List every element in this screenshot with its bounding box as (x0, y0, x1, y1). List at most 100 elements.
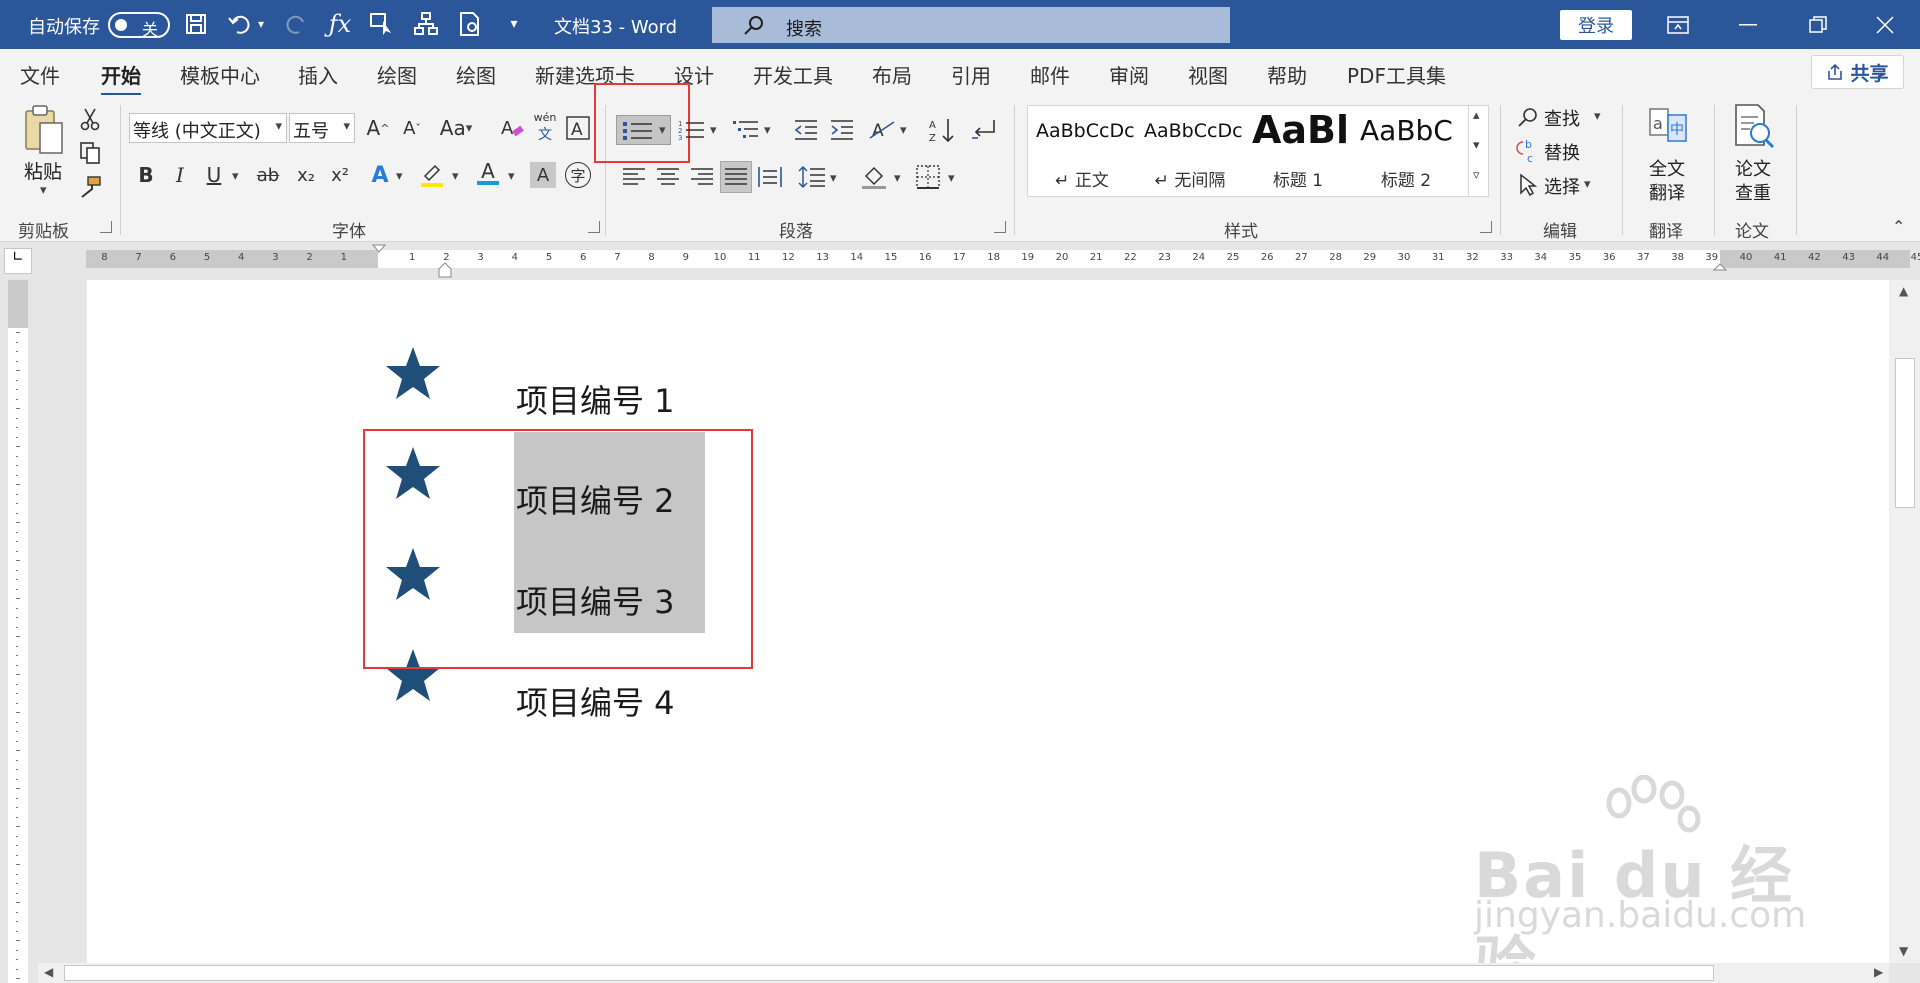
style-no-spacing[interactable]: AaBbCcDc ↵ 无间隔 (1136, 106, 1244, 196)
style-normal[interactable]: AaBbCcDc ↵ 正文 (1028, 106, 1136, 196)
subscript-button[interactable]: x₂ (290, 159, 322, 191)
paste-icon[interactable] (20, 103, 68, 161)
scroll-left-icon[interactable]: ◀ (44, 965, 53, 979)
show-marks-icon[interactable] (968, 114, 1000, 146)
org-chart-icon[interactable] (410, 8, 442, 40)
font-color-dropdown-icon[interactable]: ▾ (508, 169, 515, 184)
tab-layout[interactable]: 布局 (872, 60, 912, 89)
line-spacing-dropdown-icon[interactable]: ▾ (830, 171, 837, 186)
select-label[interactable]: 选择 (1544, 173, 1580, 199)
phonetic-guide-button[interactable]: wén 文 (530, 111, 560, 144)
clear-format-icon[interactable]: A (496, 112, 528, 144)
select-dropdown-icon[interactable]: ▾ (1584, 177, 1591, 192)
styles-launcher-icon[interactable] (1480, 221, 1492, 233)
gallery-more-icon[interactable]: ▿ (1473, 168, 1480, 183)
list-item-text-1[interactable]: 项目编号 1 (516, 376, 675, 422)
chevron-up-icon[interactable]: ▴ (1473, 108, 1480, 123)
tab-insert[interactable]: 插入 (298, 60, 338, 89)
multilevel-list-icon[interactable] (730, 114, 762, 146)
right-indent-icon[interactable] (1713, 262, 1727, 278)
clipboard-launcher-icon[interactable] (100, 221, 112, 233)
superscript-button[interactable]: x² (324, 159, 356, 191)
replace-icon[interactable]: bc (1512, 135, 1544, 167)
vertical-ruler[interactable] (8, 280, 28, 983)
sort-icon[interactable]: AZ (926, 114, 958, 146)
find-dropdown-icon[interactable]: ▾ (1594, 109, 1601, 124)
horizontal-scrollbar[interactable]: ◀ ▶ (38, 963, 1889, 983)
function-icon[interactable]: ƒx (324, 8, 356, 40)
translate-icon[interactable]: a中 (1646, 105, 1690, 149)
tab-help[interactable]: 帮助 (1267, 60, 1307, 89)
font-size-combo[interactable]: 五号 ▾ (289, 113, 355, 143)
cut-icon[interactable] (74, 103, 106, 135)
text-direction-icon[interactable]: A (866, 114, 898, 146)
tab-selector-icon[interactable]: ∟ (4, 248, 32, 274)
tab-mailings[interactable]: 邮件 (1030, 60, 1070, 89)
paste-dropdown-icon[interactable]: ▾ (40, 183, 47, 198)
font-color-button[interactable]: A (472, 157, 504, 189)
scroll-up-icon[interactable]: ▲ (1899, 284, 1908, 298)
close-icon[interactable] (1850, 0, 1920, 49)
highlight-dropdown-icon[interactable]: ▾ (452, 169, 459, 184)
tab-home[interactable]: 开始 (101, 60, 141, 97)
bold-button[interactable]: B (130, 159, 162, 191)
line-spacing-icon[interactable] (796, 161, 828, 193)
char-shading-button[interactable]: A (530, 162, 556, 188)
vertical-scrollbar[interactable]: ▲ ▼ (1889, 280, 1920, 963)
style-heading-2[interactable]: AaBbC 标题 2 (1352, 106, 1460, 196)
save-icon[interactable] (180, 8, 212, 40)
multilevel-dropdown-icon[interactable]: ▾ (764, 123, 771, 138)
ribbon-display-icon[interactable] (1643, 0, 1713, 49)
numbering-icon[interactable]: 123 (676, 114, 708, 146)
minimize-icon[interactable] (1713, 0, 1783, 49)
horizontal-ruler[interactable]: 8 7 6 5 4 3 2 1 1 2 3 4 5 6 7 8 9 10 11 12 13 14 15 16 17 18 19 20 2… (86, 250, 1920, 268)
underline-button[interactable]: U (198, 159, 230, 191)
borders-icon[interactable] (912, 161, 944, 193)
text-effects-button[interactable]: A (364, 159, 396, 191)
italic-button[interactable]: I (164, 159, 196, 191)
char-border-icon[interactable]: A (562, 112, 594, 144)
list-item-text-4[interactable]: 项目编号 4 (516, 678, 675, 724)
style-heading-1[interactable]: AaBl 标题 1 (1244, 106, 1352, 196)
hscroll-thumb[interactable] (64, 965, 1714, 981)
restore-icon[interactable] (1783, 0, 1853, 49)
borders-dropdown-icon[interactable]: ▾ (948, 171, 955, 186)
scroll-thumb[interactable] (1895, 358, 1915, 508)
login-button[interactable]: 登录 (1560, 10, 1632, 40)
tab-file[interactable]: 文件 (20, 60, 60, 89)
font-launcher-icon[interactable] (588, 221, 600, 233)
highlight-icon[interactable] (416, 159, 448, 191)
collapse-ribbon-icon[interactable]: ⌃ (1892, 217, 1905, 236)
tab-review[interactable]: 审阅 (1109, 60, 1149, 89)
scroll-right-icon[interactable]: ▶ (1874, 965, 1883, 979)
undo-dropdown-icon[interactable]: ▾ (252, 8, 270, 40)
tab-view[interactable]: 视图 (1188, 60, 1228, 89)
font-name-combo[interactable]: 等线 (中文正文) ▾ (129, 113, 287, 143)
customize-qat-icon[interactable]: ▾ (498, 8, 530, 40)
tab-developer[interactable]: 开发工具 (753, 60, 833, 89)
find-label[interactable]: 查找 (1544, 105, 1580, 131)
enclose-char-button[interactable]: 字 (562, 159, 594, 191)
share-button[interactable]: 共享 (1811, 55, 1904, 89)
search-box[interactable]: 搜索 (712, 7, 1230, 43)
find-icon[interactable] (1512, 101, 1544, 133)
strikethrough-button[interactable]: ab (252, 159, 284, 191)
tab-template-center[interactable]: 模板中心 (180, 60, 260, 89)
autosave-toggle[interactable]: 关 (108, 12, 170, 39)
touch-mode-icon[interactable] (366, 8, 398, 40)
shading-dropdown-icon[interactable]: ▾ (894, 171, 901, 186)
copy-icon[interactable] (74, 137, 106, 169)
distribute-icon[interactable] (754, 161, 786, 193)
paper-check-icon[interactable] (1732, 103, 1776, 151)
indent-marker-icon[interactable] (372, 244, 386, 278)
grow-font-icon[interactable]: A ^ (362, 112, 394, 144)
text-direction-dropdown-icon[interactable]: ▾ (900, 123, 907, 138)
hanging-indent-icon[interactable] (438, 262, 452, 278)
align-center-icon[interactable] (652, 161, 684, 193)
increase-indent-icon[interactable] (826, 114, 858, 146)
tab-references[interactable]: 引用 (951, 60, 991, 89)
select-icon[interactable] (1512, 169, 1544, 201)
shading-icon[interactable] (858, 161, 890, 193)
numbering-dropdown-icon[interactable]: ▾ (710, 123, 717, 138)
decrease-indent-icon[interactable] (790, 114, 822, 146)
